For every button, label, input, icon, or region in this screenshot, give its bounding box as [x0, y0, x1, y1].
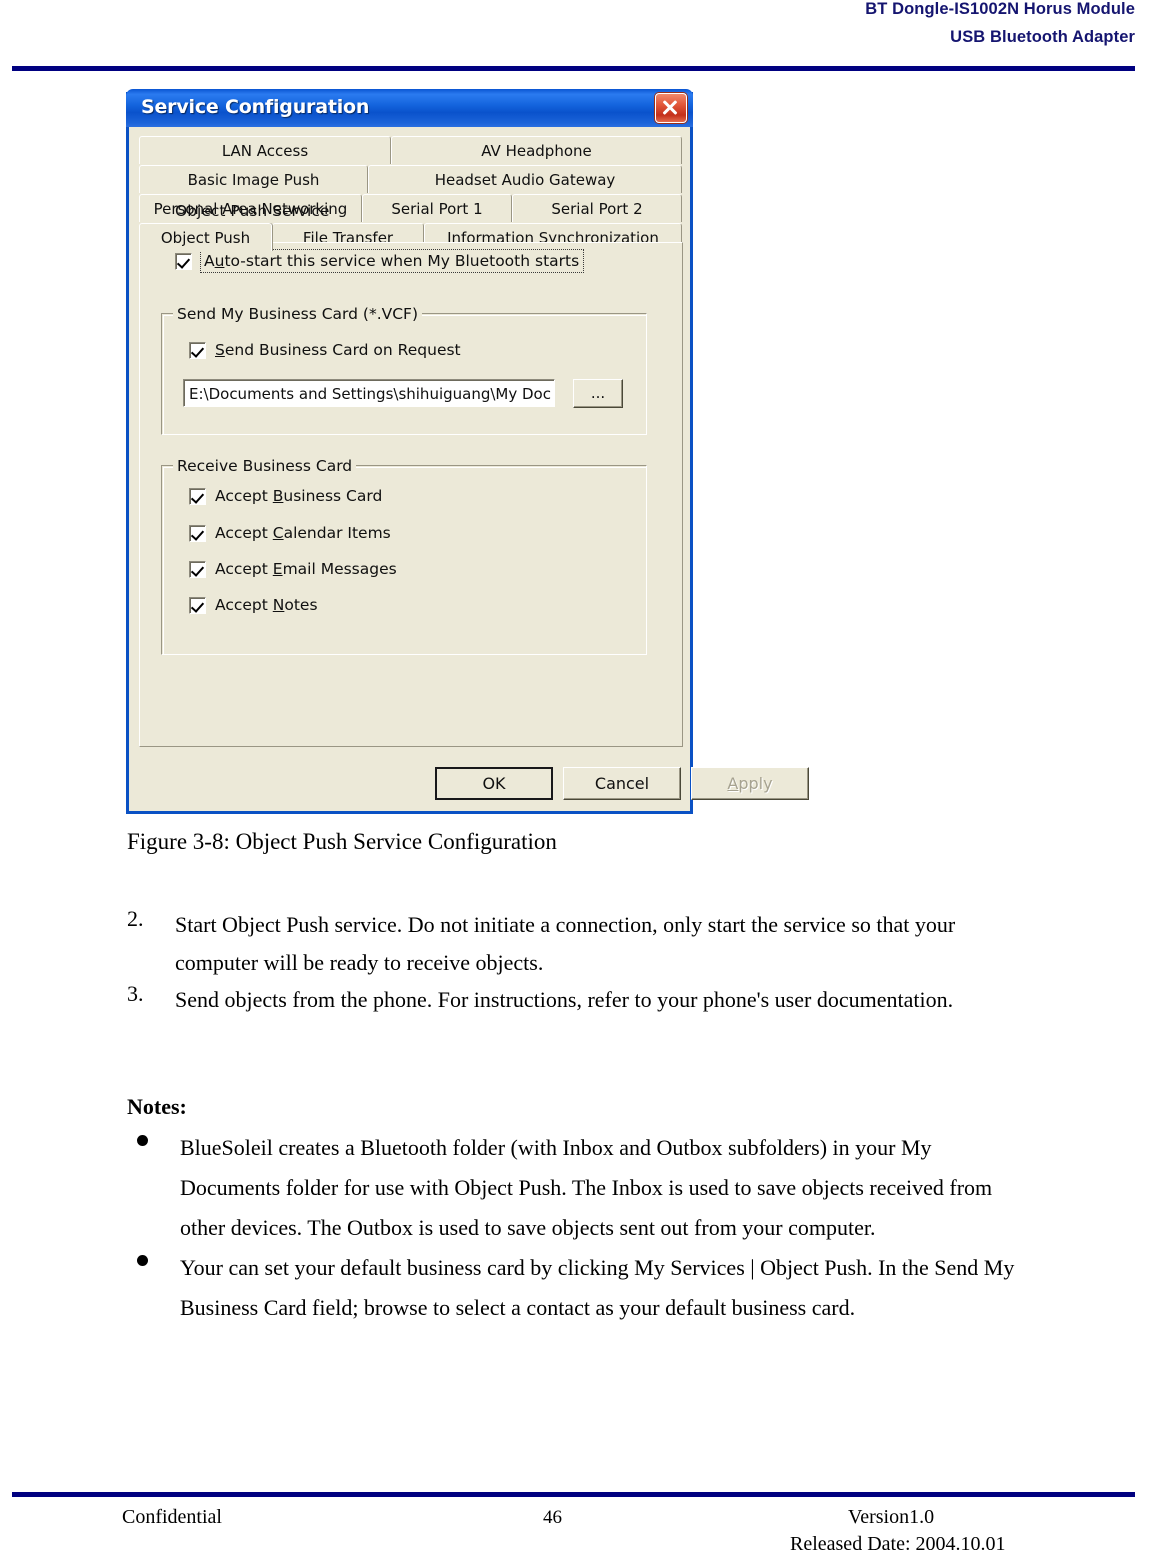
- accept-notes-label: Accept Notes: [215, 596, 318, 614]
- ok-button[interactable]: OK: [435, 767, 553, 800]
- cancel-button[interactable]: Cancel: [563, 767, 681, 800]
- send-business-card-legend: Send My Business Card (*.VCF): [173, 305, 423, 323]
- tab-serial-port-1[interactable]: Serial Port 1: [362, 194, 512, 222]
- document-header: BT Dongle-IS1002N Horus Module USB Bluet…: [0, 0, 1163, 62]
- tab-strip: LAN Access AV Headphone Basic Image Push…: [139, 136, 683, 252]
- dialog-titlebar: Service Configuration: [126, 89, 693, 127]
- footer-confidential: Confidential: [122, 1506, 222, 1528]
- apply-button[interactable]: Apply: [691, 767, 809, 800]
- list-item: 3. Send objects from the phone. For inst…: [127, 981, 1027, 1019]
- send-business-card-group: Send My Business Card (*.VCF) Send Busin…: [161, 305, 647, 435]
- receive-business-card-content: Accept Business Card Accept Calendar Ite…: [161, 465, 647, 655]
- step-text: Send objects from the phone. For instruc…: [175, 987, 954, 1012]
- header-title-line-1: BT Dongle-IS1002N Horus Module: [865, 0, 1135, 18]
- list-item: Your can set your default business card …: [127, 1248, 1027, 1328]
- bullet-icon: [137, 1255, 148, 1266]
- footer-release-date: Released Date: 2004.10.01: [790, 1533, 1006, 1555]
- footer-rule: [12, 1492, 1135, 1497]
- list-item: BlueSoleil creates a Bluetooth folder (w…: [127, 1128, 1027, 1248]
- list-item: 2. Start Object Push service. Do not ini…: [127, 906, 1027, 981]
- send-business-card-content: Send Business Card on Request E:\Documen…: [161, 313, 647, 435]
- figure-caption: Figure 3-8: Object Push Service Configur…: [127, 829, 557, 854]
- notes-list: BlueSoleil creates a Bluetooth folder (w…: [127, 1128, 1027, 1328]
- checkbox-box: [189, 560, 206, 578]
- browse-button[interactable]: ...: [573, 379, 623, 408]
- checkbox-box: [189, 341, 206, 359]
- step-number: 3.: [127, 981, 144, 1006]
- accept-business-card-checkbox[interactable]: Accept Business Card: [189, 487, 382, 505]
- checkbox-box: [175, 252, 192, 270]
- tab-row-2: Basic Image Push Headset Audio Gateway: [139, 165, 683, 194]
- send-business-card-on-request-checkbox[interactable]: Send Business Card on Request: [189, 341, 461, 359]
- dialog-body: LAN Access AV Headphone Basic Image Push…: [129, 127, 809, 811]
- tab-lan-access[interactable]: LAN Access: [139, 136, 391, 164]
- receive-business-card-legend: Receive Business Card: [173, 457, 357, 475]
- header-title-line-2: USB Bluetooth Adapter: [950, 28, 1135, 46]
- service-configuration-dialog: Service Configuration LAN Access AV Head…: [126, 89, 809, 814]
- tab-headset-audio-gateway[interactable]: Headset Audio Gateway: [368, 165, 682, 193]
- tab-label: LAN Access: [221, 141, 309, 160]
- accept-notes-checkbox[interactable]: Accept Notes: [189, 596, 318, 614]
- tab-label: Object Push: [160, 228, 251, 247]
- footer-version: Version1.0: [848, 1506, 935, 1528]
- step-number: 2.: [127, 906, 144, 931]
- accept-email-messages-checkbox[interactable]: Accept Email Messages: [189, 560, 397, 578]
- tab-label: Serial Port 2: [551, 199, 643, 218]
- close-icon[interactable]: [655, 93, 687, 123]
- send-on-request-label: Send Business Card on Request: [215, 341, 461, 359]
- autostart-checkbox-label: Auto-start this service when My Bluetoot…: [204, 252, 580, 270]
- note-text: BlueSoleil creates a Bluetooth folder (w…: [180, 1135, 993, 1240]
- document-footer: Confidential 46 Version1.0 Released Date…: [0, 1500, 1163, 1555]
- notes-heading: Notes:: [127, 1094, 187, 1119]
- numbered-steps-list: 2. Start Object Push service. Do not ini…: [127, 906, 1027, 1019]
- tab-label: AV Headphone: [481, 141, 592, 160]
- dialog-title: Service Configuration: [141, 96, 370, 118]
- focus-rectangle: Auto-start this service when My Bluetoot…: [200, 249, 585, 273]
- tab-row-1: LAN Access AV Headphone: [139, 136, 683, 165]
- accept-business-card-label: Accept Business Card: [215, 487, 383, 505]
- checkbox-box: [189, 487, 206, 505]
- accept-calendar-items-label: Accept Calendar Items: [215, 524, 391, 542]
- checkbox-box: [189, 524, 206, 542]
- accept-calendar-items-checkbox[interactable]: Accept Calendar Items: [189, 524, 391, 542]
- autostart-checkbox[interactable]: Auto-start this service when My Bluetoot…: [175, 249, 585, 273]
- tab-av-headphone[interactable]: AV Headphone: [391, 136, 682, 164]
- dialog-button-row: OK Cancel Apply: [129, 767, 809, 807]
- accept-email-messages-label: Accept Email Messages: [215, 560, 397, 578]
- note-text: Your can set your default business card …: [180, 1255, 1015, 1320]
- bullet-icon: [137, 1135, 148, 1146]
- tab-label: Headset Audio Gateway: [434, 170, 616, 189]
- tab-basic-image-push[interactable]: Basic Image Push: [139, 165, 368, 193]
- checkbox-box: [189, 596, 206, 614]
- object-push-service-heading: Object Push Service: [175, 202, 330, 220]
- receive-business-card-group: Receive Business Card Accept Business Ca…: [161, 457, 647, 655]
- tab-serial-port-2[interactable]: Serial Port 2: [512, 194, 682, 222]
- tab-object-push[interactable]: Object Push: [139, 223, 272, 251]
- business-card-path-row: E:\Documents and Settings\shihuiguang\My…: [183, 379, 623, 409]
- step-text: Start Object Push service. Do not initia…: [175, 912, 956, 975]
- tab-label: Basic Image Push: [187, 170, 320, 189]
- tab-label: Serial Port 1: [391, 199, 483, 218]
- business-card-path-input[interactable]: E:\Documents and Settings\shihuiguang\My…: [183, 379, 555, 407]
- footer-page-number: 46: [543, 1507, 562, 1528]
- header-rule: [12, 66, 1135, 71]
